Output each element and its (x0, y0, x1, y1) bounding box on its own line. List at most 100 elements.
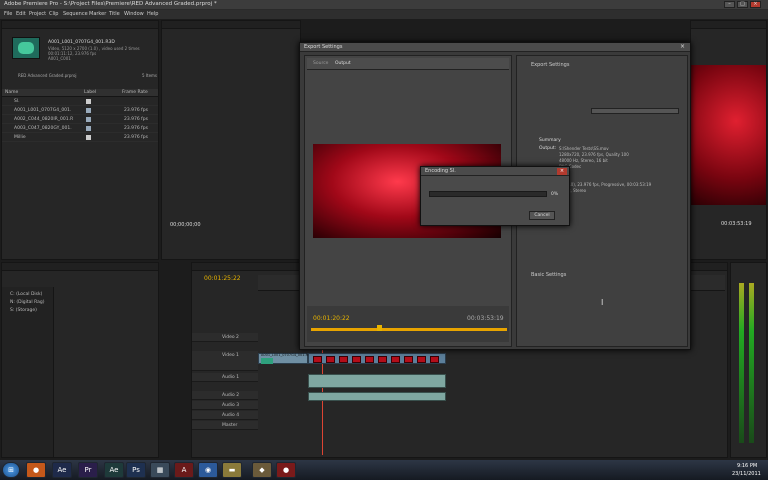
item-frame-rate: 23.976 fps (124, 117, 148, 122)
start-button[interactable]: ⊞ (2, 462, 20, 478)
export-preview-controls: 00:01:20:22 00:03:53:19 (307, 306, 509, 342)
photoshop-icon[interactable]: Ps (126, 462, 146, 478)
track-header-video-2[interactable]: Video 2 (192, 333, 258, 342)
clip-label: A001_L001_0707G4_001.R3D (261, 353, 313, 357)
project-panel: A001_L001_0707G4_001.R3D Video, 5120 x 2… (1, 20, 159, 260)
menu-marker[interactable]: Marker (89, 11, 106, 17)
maximize-button[interactable]: □ (737, 1, 748, 8)
track-header-video-1[interactable]: Video 1 (192, 351, 258, 371)
menu-help[interactable]: Help (147, 11, 158, 17)
item-name: A001_L001_0707G4_001. (14, 108, 72, 113)
video-clip[interactable]: A001_L001_0707G4_001.R3D (258, 353, 313, 364)
close-icon[interactable]: × (678, 44, 687, 51)
item-frame-rate: 23.976 fps (124, 126, 148, 131)
track-header-audio-1[interactable]: Audio 1 (192, 373, 258, 382)
column-frame-rate[interactable]: Frame Rate (122, 90, 148, 95)
list-item[interactable]: A002_C044_0820IR_001.R 23.976 fps (2, 116, 158, 124)
source-timecode: 00;00;00;00 (170, 222, 201, 228)
drive-item[interactable]: S: (Storage) (10, 308, 37, 313)
label-swatch (86, 99, 91, 104)
audio-meters-panel (730, 262, 767, 458)
audio-meter-left (739, 283, 744, 443)
summary-line: 20 (1.0), 23.976 fps, Progressive, 00:03… (559, 182, 652, 187)
export-playhead[interactable] (377, 325, 382, 331)
menu-title[interactable]: Title (109, 11, 120, 17)
clock-date: 23/11/2011 (732, 471, 761, 477)
export-work-area-bar[interactable] (311, 328, 507, 331)
window-titlebar: Adobe Premiere Pro - S:\Project Files\Pr… (0, 0, 768, 10)
track-header-master[interactable]: Master (192, 421, 258, 430)
item-name: Millie (14, 135, 26, 140)
explorer-icon[interactable]: ▦ (150, 462, 170, 478)
list-item[interactable]: A001_L001_0707G4_001. 23.976 fps (2, 107, 158, 115)
track-header-audio-2[interactable]: Audio 2 (192, 391, 258, 400)
minimize-button[interactable]: – (724, 1, 735, 8)
clock-time: 9:16 PM (737, 463, 758, 469)
section-export-settings[interactable]: Export Settings (531, 62, 569, 68)
menu-clip[interactable]: Clip (49, 11, 58, 17)
close-icon[interactable]: × (557, 168, 567, 175)
after-effects-icon[interactable]: Ae (52, 462, 72, 478)
export-timecode-current: 00:01:20:22 (313, 315, 350, 322)
list-item[interactable]: Millie 23.976 fps (2, 134, 158, 142)
label-swatch (86, 126, 91, 131)
drive-item[interactable]: C: (Local Disk) (10, 292, 42, 297)
video-clip-selected[interactable] (308, 353, 446, 364)
item-frame-rate: 23.976 fps (124, 108, 148, 113)
program-monitor: 00:03:53:19 (690, 20, 767, 260)
menu-window[interactable]: Window (124, 11, 144, 17)
source-monitor: 00;00;00;00 (161, 20, 301, 260)
menu-file[interactable]: File (4, 11, 12, 17)
menu-edit[interactable]: Edit (16, 11, 26, 17)
item-name: Sl. (14, 99, 20, 104)
settings-field[interactable] (591, 108, 679, 114)
column-label[interactable]: Label (84, 90, 96, 95)
list-item[interactable]: A003_C047_0820GY_001. 23.976 fps (2, 125, 158, 133)
track-label: Video 1 (222, 353, 239, 358)
preview-tabs: Source Output (307, 58, 509, 70)
section-basic-settings[interactable]: Basic Settings (531, 272, 566, 278)
tab-source[interactable]: Source (313, 61, 328, 66)
export-settings-title: Export Settings (304, 44, 343, 50)
folder-icon[interactable]: ▬ (222, 462, 242, 478)
encoding-progress-bar (429, 191, 547, 197)
label-swatch (86, 108, 91, 113)
audio-clip[interactable] (308, 374, 446, 388)
gimp-icon[interactable]: ◆ (252, 462, 272, 478)
tab-output[interactable]: Output (335, 61, 351, 66)
program-monitor-tabs (691, 21, 766, 29)
premiere-icon[interactable]: Pr (78, 462, 98, 478)
program-timecode: 00:03:53:19 (721, 221, 752, 227)
chrome-icon[interactable]: ◉ (198, 462, 218, 478)
firefox-icon[interactable]: ● (26, 462, 46, 478)
label-swatch (86, 135, 91, 140)
drive-list: C: (Local Disk) N: (Digital Rag) S: (Sto… (2, 287, 54, 457)
audio-clip[interactable] (308, 392, 446, 401)
source-monitor-tabs (162, 21, 300, 29)
close-button[interactable]: × (750, 1, 761, 8)
track-label: Video 2 (222, 335, 239, 340)
menu-sequence[interactable]: Sequence (63, 11, 88, 17)
summary-line: S:\Shender Tests\SS.mov (559, 146, 609, 151)
menu-bar: File Edit Project Clip Sequence Marker T… (0, 10, 768, 19)
program-video-frame (691, 65, 766, 205)
track-label: Master (222, 423, 238, 428)
media-encoder-icon[interactable]: Ae (104, 462, 124, 478)
track-header-audio-4[interactable]: Audio 4 (192, 411, 258, 420)
track-header-audio-3[interactable]: Audio 3 (192, 401, 258, 410)
column-name[interactable]: Name (5, 90, 18, 95)
list-item[interactable]: Sl. (2, 98, 158, 106)
track-label: Audio 2 (222, 393, 240, 398)
item-name: A003_C047_0820GY_001. (14, 126, 72, 131)
window-title: Adobe Premiere Pro - S:\Project Files\Pr… (4, 1, 217, 7)
recorder-icon[interactable]: ● (276, 462, 296, 478)
menu-project[interactable]: Project (29, 11, 46, 17)
project-item-count: 5 Items (142, 73, 158, 78)
drive-item[interactable]: N: (Digital Rag) (10, 300, 45, 305)
media-browser-tabs (2, 263, 158, 271)
acrobat-icon[interactable]: A (174, 462, 194, 478)
audio-meter-right (749, 283, 754, 443)
track-label: Audio 3 (222, 403, 240, 408)
cancel-button[interactable]: Cancel (529, 211, 555, 220)
text-cursor: I (601, 298, 604, 307)
